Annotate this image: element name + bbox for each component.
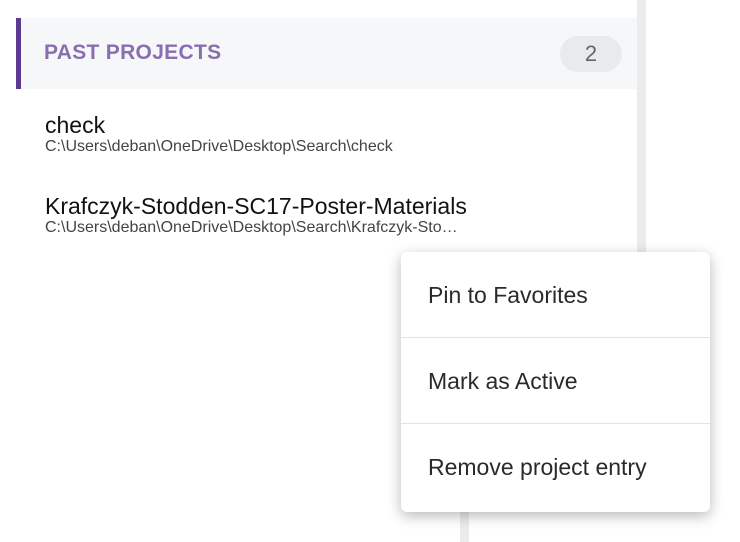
menu-item-pin-to-favorites[interactable]: Pin to Favorites — [401, 252, 710, 338]
project-item[interactable]: check C:\Users\deban\OneDrive\Desktop\Se… — [45, 112, 393, 156]
menu-item-remove-project-entry[interactable]: Remove project entry — [401, 424, 710, 512]
project-path: C:\Users\deban\OneDrive\Desktop\Search\K… — [45, 219, 458, 236]
section-title: PAST PROJECTS — [44, 41, 222, 64]
project-path: C:\Users\deban\OneDrive\Desktop\Search\c… — [45, 138, 393, 155]
project-name: check — [45, 112, 106, 138]
past-projects-header[interactable]: PAST PROJECTS 2 — [16, 18, 637, 89]
menu-item-mark-as-active[interactable]: Mark as Active — [401, 338, 710, 424]
project-item[interactable]: Krafczyk-Stodden-SC17-Poster-Materials C… — [45, 193, 467, 237]
panel-divider — [637, 0, 646, 256]
context-menu: Pin to Favorites Mark as Active Remove p… — [401, 252, 710, 512]
count-badge: 2 — [560, 36, 622, 72]
project-name: Krafczyk-Stodden-SC17-Poster-Materials — [45, 193, 467, 219]
